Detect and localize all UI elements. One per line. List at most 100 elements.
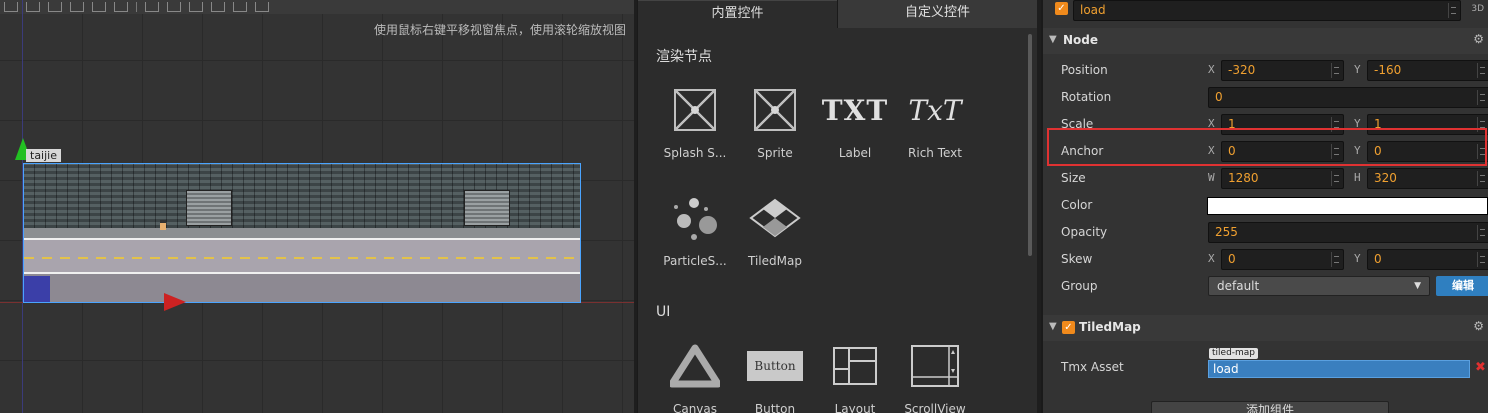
size-width-input[interactable]: 1280	[1221, 168, 1344, 189]
rich-text-icon: TxT	[908, 93, 962, 127]
opacity-row: Opacity 255	[1043, 220, 1488, 247]
tiledmap-enabled-checkbox[interactable]: ✓	[1062, 321, 1075, 334]
rotation-input[interactable]: 0	[1208, 87, 1488, 108]
axis-x-label: X	[1208, 252, 1215, 265]
distribute-middle-icon[interactable]	[167, 2, 181, 12]
node-section-header[interactable]: ▼ Node ⚙	[1043, 28, 1488, 54]
scene-toolbar	[0, 0, 634, 14]
item-rich-text[interactable]: TxT Rich Text	[895, 80, 975, 161]
distribute-bottom-icon[interactable]	[189, 2, 203, 12]
layout-icon	[833, 347, 877, 385]
align-bottom-icon[interactable]	[114, 2, 128, 12]
scene-view[interactable]: 使用鼠标右键平移视窗焦点，使用滚轮缩放视图 taijie	[0, 0, 634, 413]
label-icon: TXT	[821, 93, 889, 127]
library-scrollbar[interactable]	[1028, 34, 1032, 256]
group-row: Group default ▼ 编辑	[1043, 274, 1488, 301]
tab-builtin[interactable]: 内置控件	[638, 0, 837, 28]
toolbar-divider	[136, 2, 137, 12]
3d-toggle[interactable]: 3D	[1471, 4, 1484, 14]
size-row: Size W 1280 H 320	[1043, 166, 1488, 193]
opacity-label: Opacity	[1061, 225, 1108, 239]
map-ground	[24, 274, 580, 302]
node-library-panel: 内置控件 自定义控件 渲染节点 Splash S... Sprite TXT L…	[637, 0, 1037, 413]
add-component-button[interactable]: 添加组件	[1151, 401, 1389, 413]
item-label-node[interactable]: TXT Label	[815, 80, 895, 161]
tab-custom[interactable]: 自定义控件	[837, 0, 1037, 28]
item-canvas[interactable]: Canvas	[655, 336, 735, 413]
anchor-highlight-box	[1047, 128, 1487, 166]
particle-icon	[674, 198, 717, 240]
map-character	[160, 220, 166, 230]
align-left-icon[interactable]	[4, 2, 18, 12]
collapse-caret-icon[interactable]: ▼	[1049, 34, 1057, 45]
canvas-icon	[670, 344, 720, 388]
road-lane-line	[24, 257, 580, 259]
item-tiled-map[interactable]: TiledMap	[735, 188, 815, 268]
item-button[interactable]: Button Button	[735, 336, 815, 413]
item-label: ParticleS...	[663, 254, 727, 268]
item-layout[interactable]: Layout	[815, 336, 895, 413]
distribute-top-icon[interactable]	[145, 2, 159, 12]
node-section-title: Node	[1063, 33, 1099, 47]
group-select-value: default	[1217, 279, 1260, 293]
tmx-asset-field[interactable]: load	[1208, 360, 1470, 378]
tiledmap-section-title: TiledMap	[1079, 320, 1141, 334]
item-particle-system[interactable]: ParticleS...	[655, 188, 735, 268]
clear-asset-icon[interactable]: ✖	[1475, 360, 1486, 375]
map-blue-tile	[24, 276, 50, 302]
map-sidewalk	[24, 228, 580, 238]
item-scroll-view[interactable]: ScrollView	[895, 336, 975, 413]
size-height-input[interactable]: 320	[1367, 168, 1488, 189]
rotation-row: Rotation 0	[1043, 85, 1488, 112]
splash-sprite-icon	[674, 89, 716, 131]
node-name-input[interactable]: load	[1073, 0, 1461, 21]
node-active-checkbox[interactable]: ✓	[1055, 2, 1068, 15]
distribute-left-icon[interactable]	[211, 2, 225, 12]
section-render-nodes: 渲染节点	[656, 49, 712, 65]
position-y-input[interactable]: -160	[1367, 60, 1488, 81]
axis-y-label: Y	[1354, 63, 1361, 76]
move-gizmo-x-arrow-icon[interactable]	[164, 293, 186, 311]
item-label: Splash S...	[663, 146, 727, 160]
color-picker-swatch[interactable]	[1207, 197, 1488, 215]
group-select[interactable]: default ▼	[1208, 276, 1430, 296]
item-label: Sprite	[757, 146, 793, 160]
distribute-right-icon[interactable]	[255, 2, 269, 12]
align-top-icon[interactable]	[70, 2, 84, 12]
align-middle-icon[interactable]	[92, 2, 106, 12]
edit-group-button[interactable]: 编辑	[1436, 276, 1488, 296]
position-row: Position X -320 Y -160	[1043, 58, 1488, 85]
node-name-row: ✓ load 3D	[1043, 0, 1488, 25]
align-center-icon[interactable]	[26, 2, 40, 12]
item-label: Button	[754, 402, 796, 413]
tiled-map-node[interactable]	[23, 163, 581, 303]
axis-x-label: X	[1208, 63, 1215, 76]
item-label: Canvas	[672, 402, 718, 413]
align-right-icon[interactable]	[48, 2, 62, 12]
item-sprite[interactable]: Sprite	[735, 80, 815, 160]
gear-icon[interactable]: ⚙	[1473, 32, 1484, 46]
tmx-asset-label: Tmx Asset	[1061, 360, 1124, 374]
item-splash-sprite[interactable]: Splash S...	[655, 80, 735, 160]
gear-icon[interactable]: ⚙	[1473, 319, 1484, 333]
collapse-caret-icon[interactable]: ▼	[1049, 321, 1057, 332]
sprite-icon	[754, 89, 796, 131]
distribute-center-icon[interactable]	[233, 2, 247, 12]
item-label: ScrollView	[904, 402, 966, 413]
skew-x-input[interactable]: 0	[1221, 249, 1344, 270]
group-label: Group	[1061, 279, 1098, 293]
opacity-input[interactable]: 255	[1208, 222, 1488, 243]
position-x-input[interactable]: -320	[1221, 60, 1344, 81]
axis-y-label: Y	[1354, 252, 1361, 265]
skew-y-input[interactable]: 0	[1367, 249, 1488, 270]
item-label: Layout	[834, 402, 876, 413]
scene-hint-text: 使用鼠标右键平移视窗焦点，使用滚轮缩放视图	[373, 23, 626, 37]
tiledmap-section-header[interactable]: ▼ ✓ TiledMap ⚙	[1043, 315, 1488, 341]
chevron-down-icon: ▼	[1414, 281, 1421, 291]
rotation-label: Rotation	[1061, 90, 1112, 104]
skew-label: Skew	[1061, 252, 1093, 266]
map-road	[24, 238, 580, 274]
item-label: TiledMap	[748, 254, 802, 268]
section-ui: UI	[656, 304, 671, 320]
node-name-label: taijie	[26, 149, 61, 162]
